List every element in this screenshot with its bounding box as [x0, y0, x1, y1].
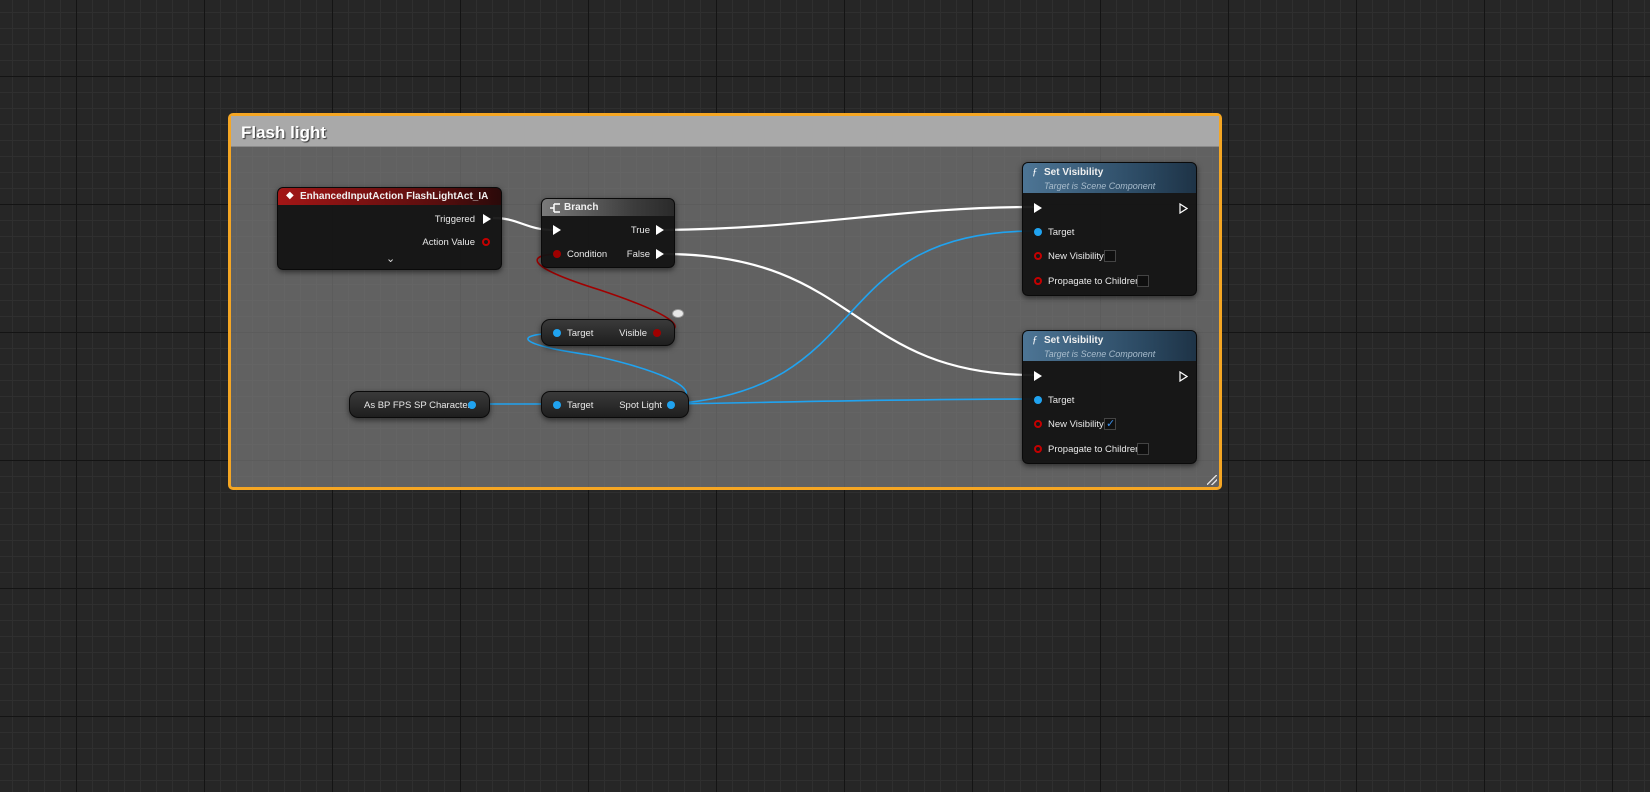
set-visibility-top-new-visibility-pin[interactable] — [1034, 252, 1042, 260]
set-visibility-top-new-visibility-label: New Visibility — [1048, 251, 1104, 262]
get-visible-target-pin[interactable] — [553, 329, 561, 337]
function-icon: ƒ — [1032, 166, 1038, 178]
cast-node[interactable]: As BP FPS SP Character — [349, 391, 490, 418]
set-visibility-bottom-new-visibility-checkbox[interactable]: ✓ — [1104, 418, 1116, 430]
condition-pin[interactable] — [553, 250, 561, 258]
set-visibility-bottom-propagate-label: Propagate to Children — [1048, 444, 1141, 455]
set-visibility-top-propagate-label: Propagate to Children — [1048, 276, 1141, 287]
set-visibility-top-new-visibility-checkbox[interactable] — [1104, 250, 1116, 262]
branch-node-header — [542, 199, 674, 216]
triggered-exec-pin[interactable] — [483, 214, 491, 224]
set-visibility-bottom-title: Set Visibility — [1044, 335, 1104, 346]
set-visibility-top-subtitle: Target is Scene Component — [1044, 181, 1156, 191]
set-visibility-bottom-target-pin[interactable] — [1034, 396, 1042, 404]
event-node-flashlight-action[interactable]: ◆ EnhancedInputAction FlashLightAct_IA T… — [277, 187, 502, 270]
true-exec-pin[interactable] — [656, 225, 664, 235]
visible-pin-label: Visible — [619, 328, 647, 339]
object-wire-spotlight-to-top-target[interactable] — [670, 230, 1037, 405]
set-visibility-top-exec-in[interactable] — [1034, 203, 1042, 213]
reroute-knot[interactable] — [672, 309, 684, 318]
true-pin-label: True — [630, 225, 650, 236]
event-node-title: EnhancedInputAction FlashLightAct_IA — [300, 191, 489, 202]
spot-light-output-pin[interactable] — [667, 401, 675, 409]
set-visibility-bottom-new-visibility-pin[interactable] — [1034, 420, 1042, 428]
exec-wire-true-to-set-visibility[interactable] — [663, 205, 1035, 232]
set-visibility-top-target-label: Target — [1048, 227, 1075, 238]
get-spotlight-target-pin[interactable] — [553, 401, 561, 409]
set-visibility-top-exec-out[interactable] — [1179, 203, 1188, 214]
spot-light-pin-label: Spot Light — [619, 400, 662, 411]
branch-exec-in-pin[interactable] — [553, 225, 561, 235]
get-visible-node[interactable]: Target Visible — [541, 319, 675, 346]
cast-output-pin[interactable] — [468, 401, 476, 409]
false-pin-label: False — [626, 249, 650, 260]
set-visibility-bottom-subtitle: Target is Scene Component — [1044, 349, 1156, 359]
branch-icon — [550, 203, 560, 213]
set-visibility-top-title: Set Visibility — [1044, 167, 1104, 178]
set-visibility-top-propagate-pin[interactable] — [1034, 277, 1042, 285]
set-visibility-node-top[interactable]: ƒ Set Visibility Target is Scene Compone… — [1022, 162, 1197, 296]
wire-layer — [472, 205, 1037, 405]
set-visibility-node-bottom[interactable]: ƒ Set Visibility Target is Scene Compone… — [1022, 330, 1197, 464]
set-visibility-top-propagate-checkbox[interactable] — [1137, 275, 1149, 287]
set-visibility-top-target-pin[interactable] — [1034, 228, 1042, 236]
chevron-down-icon[interactable]: ⌄ — [386, 252, 395, 265]
object-wire-spotlight-to-bottom-target[interactable] — [670, 398, 1037, 405]
set-visibility-bottom-exec-out[interactable] — [1179, 371, 1188, 382]
condition-pin-label: Condition — [567, 249, 608, 260]
set-visibility-bottom-propagate-pin[interactable] — [1034, 445, 1042, 453]
set-visibility-bottom-new-visibility-label: New Visibility — [1048, 419, 1104, 430]
get-visible-target-label: Target — [567, 328, 594, 339]
set-visibility-bottom-propagate-checkbox[interactable] — [1137, 443, 1149, 455]
action-value-pin[interactable] — [482, 238, 490, 246]
branch-node[interactable]: Branch True Condition False — [541, 198, 675, 268]
event-diamond-icon: ◆ — [286, 190, 294, 201]
triggered-pin-label: Triggered — [434, 214, 475, 225]
blueprint-graph-canvas[interactable]: Flash light ◆ EnhancedInputAction FlashL… — [0, 0, 1650, 792]
cast-node-label: As BP FPS SP Character — [364, 400, 471, 411]
get-spotlight-node[interactable]: Target Spot Light — [541, 391, 689, 418]
false-exec-pin[interactable] — [656, 249, 664, 259]
set-visibility-bottom-exec-in[interactable] — [1034, 371, 1042, 381]
get-spotlight-target-label: Target — [567, 400, 594, 411]
visible-output-pin[interactable] — [653, 329, 661, 337]
checkmark-icon: ✓ — [1106, 418, 1116, 430]
branch-node-title: Branch — [564, 202, 599, 213]
action-value-pin-label: Action Value — [422, 237, 475, 248]
function-icon: ƒ — [1032, 334, 1038, 346]
set-visibility-bottom-target-label: Target — [1048, 395, 1075, 406]
